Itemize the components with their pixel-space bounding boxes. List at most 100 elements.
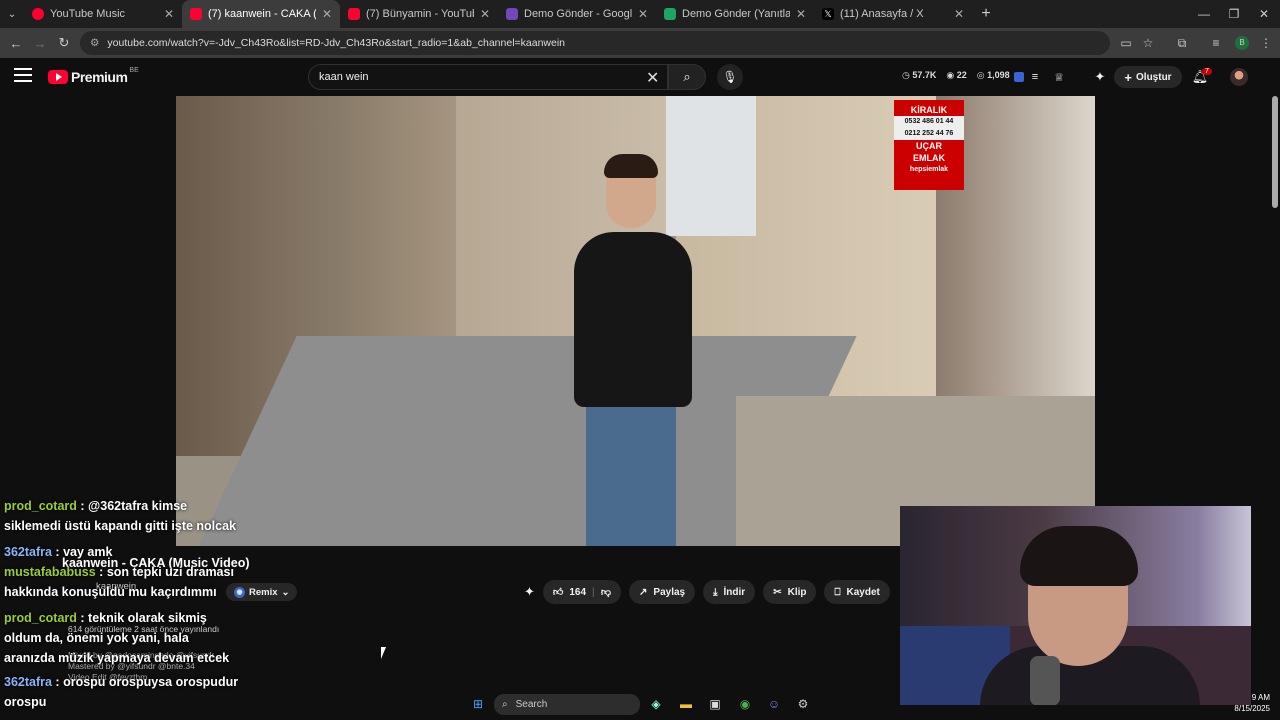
chat-line: prod_cotard : @362tafra kimse	[4, 499, 188, 513]
chat-line: oldum da, önemi yok yani, hala	[4, 631, 189, 645]
maximize-icon[interactable]: ❐	[1218, 0, 1250, 28]
remix-sparkle-icon[interactable]: ✦	[524, 584, 535, 600]
url-text: youtube.com/watch?v=-Jdv_Ch43Ro&list=RD-…	[107, 37, 566, 49]
like-dislike-group: 👍︎ 164 | 👎︎	[542, 580, 622, 604]
chat-line: siklemedi üstü kapandı gitti işte nolcak	[4, 519, 237, 533]
profile-icon[interactable]: B	[1230, 28, 1254, 58]
voice-search-icon[interactable]: 🎙	[717, 64, 743, 90]
close-tab-icon[interactable]: ✕	[954, 7, 964, 21]
scissors-icon: ✂	[773, 586, 782, 598]
extensions-icon[interactable]: ⧉	[1170, 28, 1194, 58]
close-tab-icon[interactable]: ✕	[164, 7, 174, 21]
chat-line: mustafababuss : son tepki uzi draması	[4, 565, 234, 579]
plus-icon: +	[1124, 69, 1133, 85]
youtube-play-logo-icon	[48, 70, 68, 84]
video-player[interactable]: KİRALIK 0532 486 01 44 0212 252 44 76 UÇ…	[176, 96, 1095, 546]
google-forms-favicon-icon	[506, 8, 518, 20]
share-button[interactable]: ↗ Paylaş	[629, 580, 696, 604]
cast-icon[interactable]: ▭	[1114, 28, 1138, 58]
store-icon[interactable]: ▣	[705, 694, 725, 714]
create-button[interactable]: + Oluştur	[1114, 66, 1182, 88]
search-icon: ⌕	[502, 699, 508, 710]
google-sheets-favicon-icon	[664, 8, 676, 20]
chat-line: hakkında konuşuldu mu kaçırdımmı	[4, 585, 217, 599]
address-bar[interactable]: ⚙ youtube.com/watch?v=-Jdv_Ch43Ro&list=R…	[80, 31, 1110, 55]
site-info-icon[interactable]: ⚙	[90, 37, 99, 49]
bookmark-star-icon[interactable]: ☆	[1136, 28, 1160, 58]
youtube-favicon-icon	[348, 8, 360, 20]
chrome-icon[interactable]: ◉	[735, 694, 755, 714]
discord-icon[interactable]: ☺	[764, 694, 784, 714]
back-icon[interactable]: ←	[4, 28, 28, 58]
menu-hamburger-icon[interactable]	[14, 68, 32, 82]
chat-line: 362tafra : vay amk	[4, 545, 113, 559]
tab-active-video[interactable]: (7) kaanwein - CAKA (Music Video) ✕	[182, 0, 340, 28]
tab-bunyamin[interactable]: (7) Bünyamin - YouTube ✕	[340, 0, 498, 28]
real-estate-sign: KİRALIK 0532 486 01 44 0212 252 44 76 UÇ…	[894, 100, 964, 190]
search-input[interactable]: kaan wein	[308, 64, 668, 90]
reload-icon[interactable]: ↻	[52, 28, 76, 58]
like-count[interactable]: 164	[569, 587, 586, 598]
browser-tab-bar: ⌄ YouTube Music ✕ (7) kaanwein - CAKA (M…	[0, 0, 1280, 28]
video-person-hair	[604, 154, 658, 178]
x-favicon-icon: 𝕏	[822, 8, 834, 20]
download-button[interactable]: ⤓ İndir	[703, 580, 756, 604]
bookmark-icon: ⎕	[834, 586, 841, 598]
browser-menu-icon[interactable]: ⋮	[1254, 28, 1278, 58]
youtube-premium-logo[interactable]: Premium BE	[48, 67, 139, 85]
close-tab-icon[interactable]: ✕	[322, 7, 332, 21]
close-tab-icon[interactable]: ✕	[796, 7, 806, 21]
file-explorer-icon[interactable]: ▬	[676, 694, 696, 714]
video-actions: ✦ 👍︎ 164 | 👎︎ ↗ Paylaş ⤓ İndir ✂ Klip ⎕ Kayd…	[524, 580, 890, 604]
clear-search-icon[interactable]: ✕	[646, 68, 659, 88]
steam-icon[interactable]: ⚙	[793, 694, 813, 714]
mouse-cursor-icon	[381, 647, 386, 659]
notification-count-badge: 7	[1202, 68, 1212, 75]
stream-chat-overlay: prod_cotard : @362tafra kimse siklemedi …	[4, 496, 294, 712]
close-tab-icon[interactable]: ✕	[638, 7, 648, 21]
tab-youtube-music[interactable]: YouTube Music ✕	[24, 0, 182, 28]
like-icon[interactable]: 👍︎	[553, 586, 563, 598]
tab-x[interactable]: 𝕏 (11) Anasayfa / X ✕	[814, 0, 972, 28]
views-stat: ◷ 57.7K	[902, 70, 937, 80]
subs-stat: ◎ 1,098	[976, 70, 1010, 80]
tab-google-forms[interactable]: Demo Gönder - Google Formları ✕	[498, 0, 656, 28]
clip-button[interactable]: ✂ Klip	[763, 580, 817, 604]
dislike-icon[interactable]: 👎︎	[601, 586, 611, 598]
remix-icon[interactable]: ✦	[1090, 58, 1110, 96]
save-button[interactable]: ⎕ Kaydet	[824, 580, 890, 604]
video-person-body	[574, 232, 692, 407]
list-icon[interactable]: ≡	[1028, 58, 1042, 96]
window-close-icon[interactable]: ✕	[1248, 0, 1280, 28]
download-icon: ⤓	[713, 586, 718, 598]
search-icon: ⌕	[683, 69, 691, 84]
extension-stats: ◷ 57.7K ◉ 22 ◎ 1,098	[902, 70, 1010, 81]
notifications-bell-icon[interactable]: 🔔︎	[1190, 58, 1210, 96]
taskbar-search[interactable]: ⌕ Search	[494, 694, 640, 715]
chat-line: orospu	[4, 695, 47, 709]
tab-google-sheets[interactable]: Demo Gönder (Yanıtlar) - Google E ✕	[656, 0, 814, 28]
forward-icon[interactable]: →	[28, 28, 52, 58]
youtube-music-favicon-icon	[32, 8, 44, 20]
chat-line: prod_cotard : teknik olarak sikmiş	[4, 611, 207, 625]
share-icon: ↗	[639, 586, 648, 598]
system-clock[interactable]: 9 AM 8/15/2025	[1226, 692, 1270, 714]
webcam-person-hair	[1020, 526, 1138, 586]
close-tab-icon[interactable]: ✕	[480, 7, 490, 21]
video-sky	[656, 96, 756, 236]
extension-badge-icon[interactable]	[1012, 58, 1026, 96]
minimize-icon[interactable]: —	[1188, 0, 1220, 28]
account-avatar[interactable]	[1230, 68, 1248, 86]
new-tab-button[interactable]: +	[972, 5, 1000, 23]
tab-search-icon[interactable]: ⌄	[0, 0, 24, 28]
copilot-icon[interactable]: ◈	[646, 694, 666, 714]
windows-start-icon[interactable]: ⊞	[468, 694, 488, 714]
search-button[interactable]: ⌕	[668, 64, 706, 90]
chat-line: 362tafra : orospu orospuysa orospudur	[4, 675, 239, 689]
page-scrollbar[interactable]	[1272, 96, 1278, 208]
video-person-legs	[586, 388, 676, 546]
youtube-header: Premium BE kaan wein ✕ ⌕ 🎙 ◷ 57.7K ◉ 22 …	[0, 58, 1280, 96]
trophy-icon[interactable]: ♕	[1050, 58, 1068, 96]
webcam-overlay	[900, 506, 1251, 705]
reading-list-icon[interactable]: ≡	[1204, 28, 1228, 58]
